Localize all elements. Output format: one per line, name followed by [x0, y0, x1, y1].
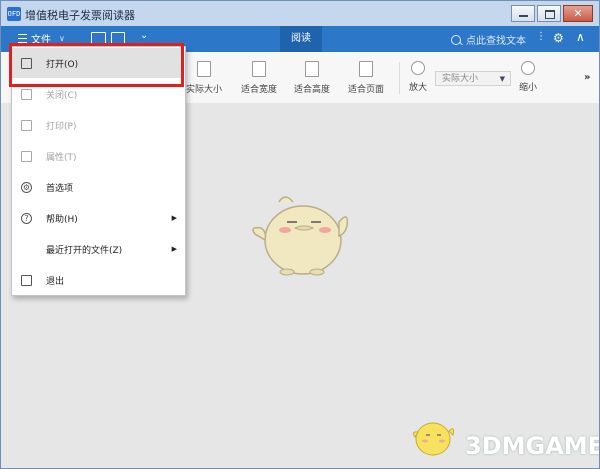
menu-item-print[interactable]: 打印(P) [12, 110, 183, 140]
maximize-button[interactable] [537, 5, 561, 22]
window-controls: ✕ [509, 5, 593, 22]
title-bar[interactable]: OFD 增值税电子发票阅读器 ✕ [1, 1, 599, 27]
fit-page-button[interactable]: 适合页面 [348, 61, 384, 95]
fit-height-label: 适合高度 [294, 85, 331, 95]
collapse-ribbon-icon[interactable]: ∧ [576, 30, 585, 44]
fit-width-label: 适合宽度 [241, 85, 278, 95]
fit-width-button[interactable]: 适合宽度 [241, 61, 277, 95]
fit-height-icon [305, 61, 319, 77]
menu-item-label: 帮助(H) [46, 214, 78, 225]
menu-item-label: 打印(P) [46, 121, 77, 132]
zoom-in-icon [411, 61, 425, 75]
menu-item-exit[interactable]: 退出 [12, 265, 183, 295]
minimize-icon [519, 15, 528, 17]
hamburger-icon [18, 34, 27, 43]
fit-page-label: 适合页面 [348, 85, 385, 95]
actual-size-button[interactable]: 实际大小 [186, 61, 222, 95]
exit-icon [21, 274, 32, 286]
settings-gear-icon[interactable]: ⚙ [553, 31, 564, 45]
printer-icon [21, 119, 32, 131]
menu-item-help[interactable]: ? 帮助(H) ▶ [12, 203, 183, 233]
app-icon: OFD [7, 7, 21, 21]
app-window: OFD 增值税电子发票阅读器 ✕ 文件 ∨ ⌄ 阅读 点此查找文本 ⋮ ⚙ ∧ … [0, 0, 600, 469]
toolbar-overflow-icon[interactable]: » [584, 72, 590, 83]
submenu-arrow-icon: ▶ [171, 214, 177, 222]
menu-item-open[interactable]: 打开(O) [12, 48, 183, 78]
zoom-level-select[interactable]: 实际大小 ▼ [435, 71, 511, 86]
menu-item-recent-files[interactable]: 最近打开的文件(Z) ▶ [12, 234, 183, 264]
search-input[interactable]: 点此查找文本 [451, 32, 526, 47]
zoom-out-icon [521, 61, 535, 75]
quick-print-icon[interactable] [111, 32, 125, 44]
menu-item-label: 关闭(C) [46, 90, 78, 101]
menu-item-properties[interactable]: 属性(T) [12, 141, 183, 171]
menu-item-label: 属性(T) [46, 152, 77, 163]
more-options-icon[interactable]: ⋮ [536, 31, 546, 42]
zoom-out-button[interactable]: 缩小 [519, 61, 537, 93]
menu-item-label: 退出 [46, 276, 65, 287]
window-title: 增值税电子发票阅读器 [25, 9, 135, 22]
file-menu-button[interactable]: 文件 ∨ [18, 31, 65, 46]
zoom-in-label: 放大 [409, 83, 428, 93]
watermark-text: 3DMGAME [465, 432, 600, 460]
file-menu-dropdown: 打开(O) 关闭(C) 打印(P) 属性(T) ⚙ 首选项 ? 帮助(H) ▶ … [11, 46, 186, 296]
zoom-in-button[interactable]: 放大 [409, 61, 427, 93]
help-icon: ? [21, 212, 32, 224]
menu-item-label: 最近打开的文件(Z) [46, 245, 123, 256]
close-window-button[interactable]: ✕ [563, 5, 593, 22]
menu-item-close[interactable]: 关闭(C) [12, 79, 183, 109]
quick-open-folder-icon[interactable] [91, 32, 106, 44]
fit-height-button[interactable]: 适合高度 [294, 61, 330, 95]
gear-icon: ⚙ [21, 181, 32, 193]
minimize-button[interactable] [511, 5, 535, 22]
close-icon: ✕ [573, 7, 583, 20]
search-icon [451, 34, 461, 45]
quick-access-more-icon[interactable]: ⌄ [140, 30, 148, 41]
search-placeholder: 点此查找文本 [466, 36, 526, 47]
actual-size-label: 实际大小 [186, 85, 223, 95]
maximize-icon [545, 10, 555, 19]
fit-width-icon [252, 61, 266, 77]
properties-icon [21, 150, 32, 162]
chevron-down-icon: ∨ [59, 34, 65, 43]
zoom-out-label: 缩小 [519, 83, 538, 93]
dropdown-arrow-icon: ▼ [499, 75, 505, 83]
submenu-arrow-icon: ▶ [171, 245, 177, 253]
zoom-level-value: 实际大小 [442, 74, 479, 84]
close-doc-icon [21, 88, 32, 100]
actual-size-icon [197, 61, 211, 77]
folder-open-icon [21, 57, 32, 69]
watermark-mascot-icon [413, 422, 454, 456]
file-menu-label: 文件 [31, 35, 51, 46]
menu-item-label: 打开(O) [46, 59, 79, 70]
tab-read[interactable]: 阅读 [280, 26, 322, 52]
menu-item-preferences[interactable]: ⚙ 首选项 [12, 172, 183, 202]
mascot-illustration [252, 196, 349, 276]
toolbar-divider [399, 62, 400, 94]
menu-item-label: 首选项 [46, 183, 74, 194]
fit-page-icon [359, 61, 373, 77]
